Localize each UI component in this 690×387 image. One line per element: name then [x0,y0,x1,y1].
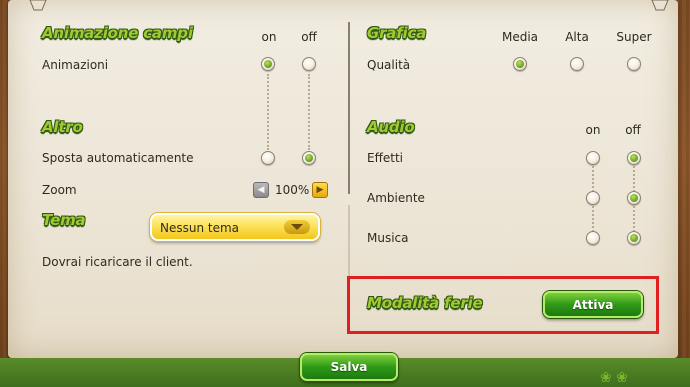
column-header-off: off [301,30,317,44]
effetti-off-radio[interactable] [627,151,641,165]
dotted-guide [267,74,269,150]
musica-on-radio[interactable] [586,231,600,245]
dotted-guide [308,74,310,150]
zoom-value: 100% [275,183,310,197]
tema-select[interactable]: Nessun tema [150,213,320,241]
pin-icon [651,0,669,11]
tema-selected-value: Nessun tema [160,221,240,235]
column-header-media: Media [501,30,539,44]
salva-button[interactable]: Salva [300,353,398,381]
leaf-icon: ❀ ❀ [600,370,628,386]
ambiente-off-radio[interactable] [627,191,641,205]
section-title-modalita-ferie: Modalità ferie [367,294,483,312]
effetti-label: Effetti [367,151,403,165]
qualita-alta-radio[interactable] [570,57,584,71]
musica-off-radio[interactable] [627,231,641,245]
sposta-automaticamente-on-radio[interactable] [261,151,275,165]
animazioni-on-radio[interactable] [261,57,275,71]
ambiente-on-radio[interactable] [586,191,600,205]
sposta-automaticamente-label: Sposta automaticamente [42,151,194,165]
column-header-alta: Alta [565,30,589,44]
section-title-grafica: Grafica [367,24,427,42]
zoom-in-button[interactable]: ▶ [312,182,328,198]
effetti-on-radio[interactable] [586,151,600,165]
column-header-super: Super [616,30,652,44]
zoom-out-button[interactable]: ◀ [253,182,269,198]
column-header-off: off [625,123,641,137]
animazioni-off-radio[interactable] [302,57,316,71]
animazioni-label: Animazioni [42,58,109,72]
section-title-animazione-campi: Animazione campi [42,24,193,42]
section-title-altro: Altro [42,118,83,136]
column-divider [348,205,350,277]
section-title-tema: Tema [42,211,86,229]
column-header-on: on [585,123,601,137]
column-divider [348,22,350,194]
zoom-label: Zoom [42,183,77,197]
attiva-button[interactable]: Attiva [543,291,643,318]
musica-label: Musica [367,231,409,245]
qualita-media-radio[interactable] [513,57,527,71]
qualita-label: Qualità [367,58,411,72]
chevron-down-icon [284,220,310,234]
ambiente-label: Ambiente [367,191,425,205]
pin-icon [29,0,47,11]
sposta-automaticamente-off-radio[interactable] [302,151,316,165]
section-title-audio: Audio [367,118,415,136]
reload-note: Dovrai ricaricare il client. [42,255,193,269]
qualita-super-radio[interactable] [627,57,641,71]
arrow-right-icon: ▶ [316,185,324,195]
arrow-left-icon: ◀ [257,185,265,195]
column-header-on: on [261,30,277,44]
